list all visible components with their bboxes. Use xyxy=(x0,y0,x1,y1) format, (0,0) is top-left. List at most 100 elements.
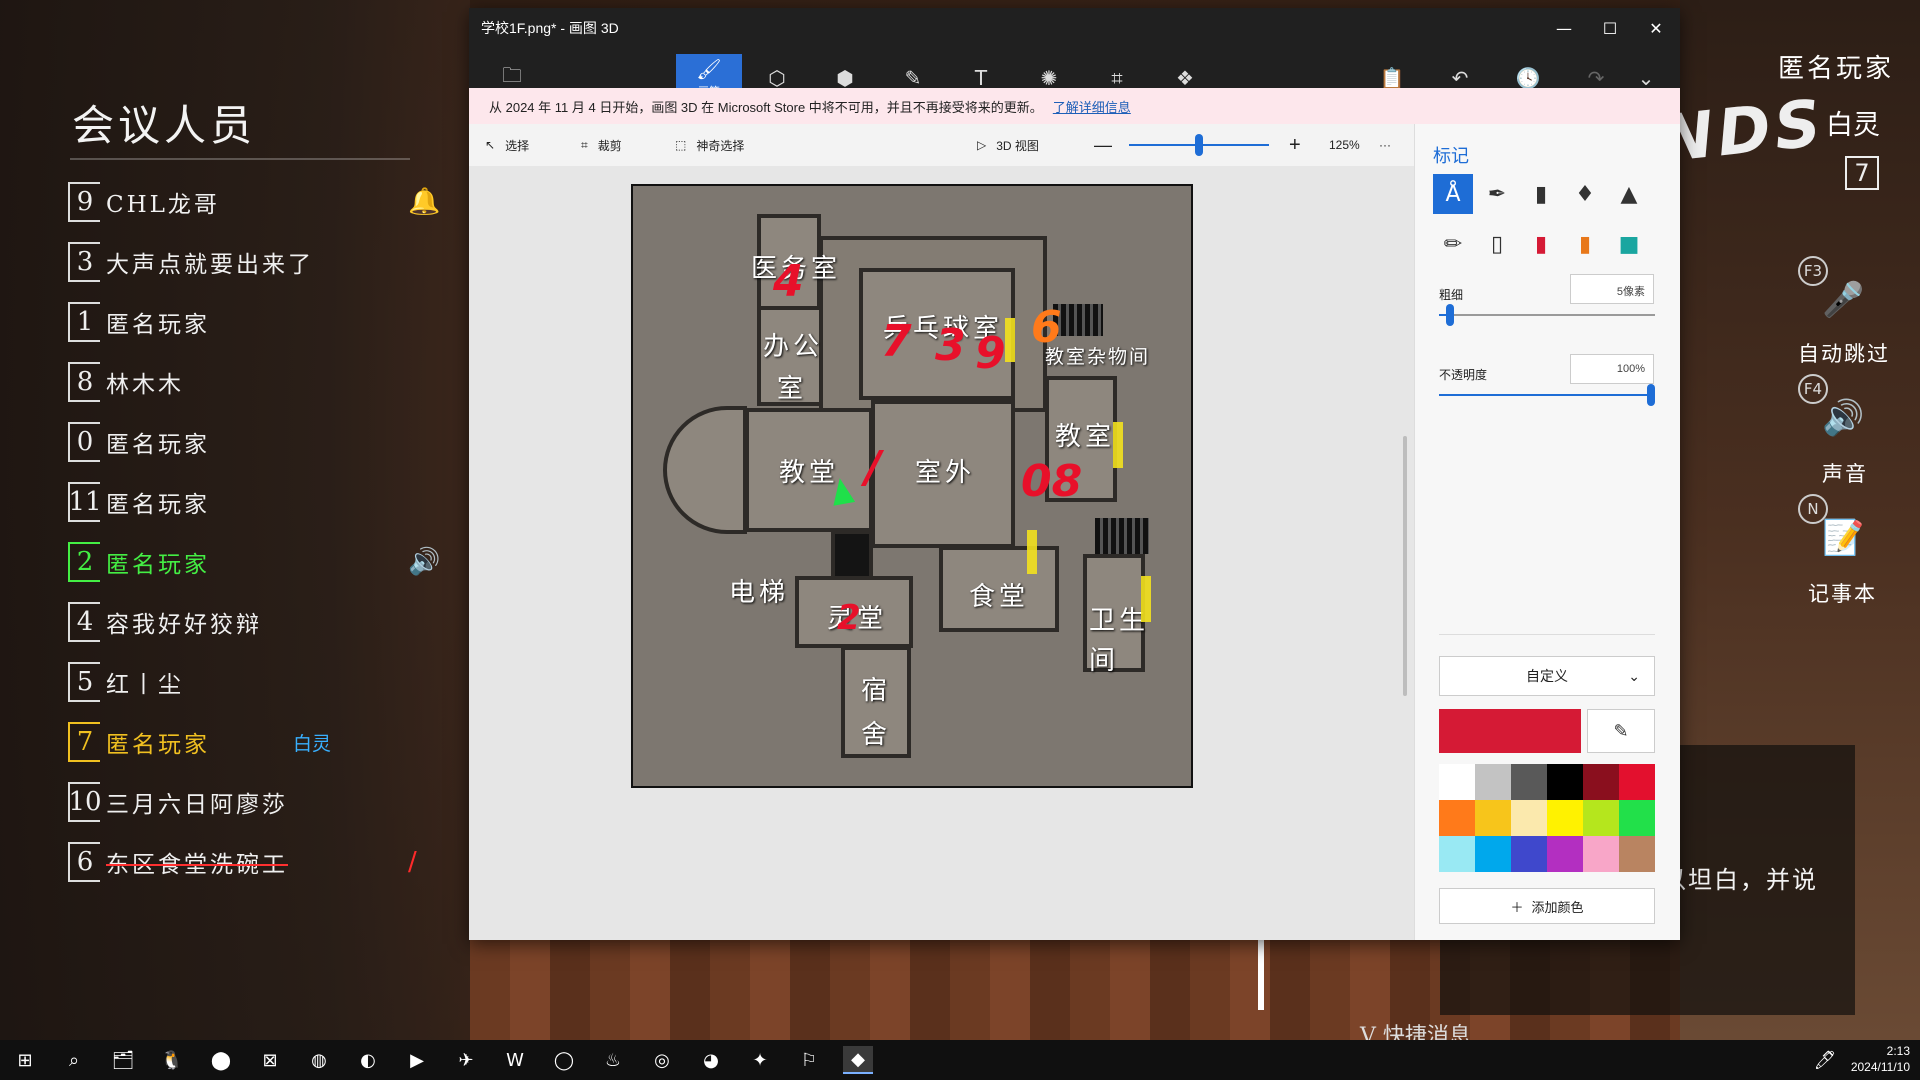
maximize-button[interactable]: ☐ xyxy=(1587,14,1633,42)
vertical-scrollbar[interactable] xyxy=(1403,436,1407,696)
player-row[interactable]: 1 匿名玩家 xyxy=(68,292,428,352)
learn-more-link[interactable]: 了解详细信息 xyxy=(1053,97,1131,116)
calligraphy-pen-icon[interactable]: ✒ xyxy=(1477,174,1517,214)
pixel-pen-icon[interactable]: ▲ xyxy=(1609,174,1649,214)
sound-label[interactable]: 声音 xyxy=(1822,458,1868,488)
palette-color-swatch[interactable] xyxy=(1619,800,1655,836)
player-row[interactable]: 11 匿名玩家 xyxy=(68,472,428,532)
player-row[interactable]: 9 CHL龙哥 🔔 xyxy=(68,172,440,232)
palette-color-swatch[interactable] xyxy=(1547,800,1583,836)
player-row[interactable]: 10 三月六日阿廖莎 xyxy=(68,772,428,832)
oil-brush-icon[interactable]: ▮ xyxy=(1521,174,1561,214)
spray-can-icon[interactable]: ▮ xyxy=(1565,224,1605,264)
crop-button[interactable]: ⌗ 裁剪 xyxy=(581,137,622,154)
pen-tray-icon[interactable]: 🖊 xyxy=(1810,1046,1840,1074)
game-icon[interactable]: ⚐ xyxy=(794,1046,824,1074)
palette-color-swatch[interactable] xyxy=(1511,800,1547,836)
media-icon[interactable]: ▶ xyxy=(402,1046,432,1074)
palette-color-swatch[interactable] xyxy=(1511,836,1547,872)
player-row[interactable]: 5 红丨尘 xyxy=(68,652,428,712)
browser-icon[interactable]: ⬤ xyxy=(206,1046,236,1074)
thickness-slider-thumb[interactable] xyxy=(1445,304,1454,326)
app-icon[interactable]: ✈ xyxy=(451,1046,481,1074)
player-row[interactable]: 2 匿名玩家 🔊 xyxy=(68,532,440,592)
marker-brush-icon[interactable]: Å xyxy=(1433,174,1473,214)
avatar-icon[interactable]: ◕ xyxy=(696,1046,726,1074)
speaker-icon[interactable]: 🔊 xyxy=(1822,398,1864,438)
add-color-button[interactable]: ＋ 添加颜色 xyxy=(1439,888,1655,924)
player-row[interactable]: 3 大声点就要出来了 xyxy=(68,232,428,292)
magic-select-button[interactable]: ⬚ 神奇选择 xyxy=(675,137,744,154)
canvas-area[interactable]: 医务室 办公 室 乒乓球室 教室杂物间 教堂 室外 教室 电梯 灵堂 食堂 卫生… xyxy=(469,166,1414,940)
cursor-icon: ↖ xyxy=(485,138,496,152)
wps-icon[interactable]: W xyxy=(500,1046,530,1074)
palette-color-swatch[interactable] xyxy=(1475,836,1511,872)
start-icon[interactable]: ⊞ xyxy=(10,1046,40,1074)
palette-color-swatch[interactable] xyxy=(1619,764,1655,800)
minimize-button[interactable]: — xyxy=(1541,14,1587,42)
file-explorer-icon[interactable]: 🗂 xyxy=(108,1046,138,1074)
palette-color-swatch[interactable] xyxy=(1439,836,1475,872)
close-button[interactable]: ✕ xyxy=(1633,14,1679,42)
pencil-icon[interactable]: ✏ xyxy=(1433,224,1473,264)
player-row[interactable]: 4 容我好好狡辩 xyxy=(68,592,428,652)
paint3d-icon[interactable]: ◆ xyxy=(843,1046,873,1074)
palette-mode-dropdown[interactable]: 自定义 ⌄ xyxy=(1439,656,1655,696)
player-number: 5 xyxy=(68,662,100,702)
search-icon[interactable]: ⌕ xyxy=(59,1046,89,1074)
player-name: 匿名玩家 xyxy=(106,432,210,458)
auto-skip-label[interactable]: 自动跳过 xyxy=(1798,338,1890,368)
watercolor-icon[interactable]: ♦ xyxy=(1565,174,1605,214)
microphone-muted-icon[interactable]: 🎤 xyxy=(1822,280,1864,320)
more-options-button[interactable]: ··· xyxy=(1379,138,1391,152)
player-row[interactable]: 8 林木木 xyxy=(68,352,428,412)
brush-icon: 🖌 xyxy=(696,57,722,81)
palette-color-swatch[interactable] xyxy=(1583,800,1619,836)
palette-color-swatch[interactable] xyxy=(1475,764,1511,800)
xbox-icon[interactable]: ⊠ xyxy=(255,1046,285,1074)
player-row[interactable]: 7 匿名玩家 白灵 xyxy=(68,712,428,772)
palette-color-swatch[interactable] xyxy=(1439,800,1475,836)
window-title: 学校1F.png* - 画图 3D xyxy=(481,20,619,36)
palette-color-swatch[interactable] xyxy=(1583,836,1619,872)
label-toilet-a: 卫生 xyxy=(1089,606,1150,636)
palette-color-swatch[interactable] xyxy=(1547,836,1583,872)
current-color-swatch[interactable] xyxy=(1439,709,1581,753)
3d-view-button[interactable]: ▷ 3D 视图 xyxy=(977,137,1039,154)
palette-color-swatch[interactable] xyxy=(1511,764,1547,800)
notebook-label[interactable]: 记事本 xyxy=(1808,578,1877,608)
palette-color-swatch[interactable] xyxy=(1583,764,1619,800)
palette-color-swatch[interactable] xyxy=(1547,764,1583,800)
title-bar[interactable]: 学校1F.png* - 画图 3D — ☐ ✕ xyxy=(469,8,1680,48)
eraser-icon[interactable]: ▯ xyxy=(1477,224,1517,264)
player-number: 2 xyxy=(68,542,100,582)
thickness-input[interactable]: 5像素 xyxy=(1570,274,1654,304)
qq-icon[interactable]: 🐧 xyxy=(157,1046,187,1074)
player-name: 匿名玩家 xyxy=(106,312,210,338)
palette-color-swatch[interactable] xyxy=(1619,836,1655,872)
opacity-slider-thumb[interactable] xyxy=(1647,384,1655,406)
steam-icon[interactable]: ♨ xyxy=(598,1046,628,1074)
zoom-in-button[interactable]: + xyxy=(1289,134,1301,157)
edge-icon[interactable]: ◐ xyxy=(353,1046,383,1074)
app-icon[interactable]: ◎ xyxy=(647,1046,677,1074)
palette-color-swatch[interactable] xyxy=(1475,800,1511,836)
app-icon[interactable]: ✦ xyxy=(745,1046,775,1074)
player-row[interactable]: 6 东区食堂洗碗工 / xyxy=(68,832,428,892)
app-icon[interactable]: ◯ xyxy=(549,1046,579,1074)
zoom-out-button[interactable]: — xyxy=(1094,135,1112,156)
crayon-icon[interactable]: ▮ xyxy=(1521,224,1561,264)
notebook-icon[interactable]: 📝 xyxy=(1822,518,1864,558)
system-clock[interactable]: 2:13 2024/11/10 xyxy=(1851,1043,1910,1075)
zoom-slider-thumb[interactable] xyxy=(1195,134,1203,156)
app-icon[interactable]: ◍ xyxy=(304,1046,334,1074)
select-button[interactable]: ↖ 选择 xyxy=(485,137,529,154)
fill-bucket-icon[interactable]: ■ xyxy=(1609,224,1649,264)
opacity-input[interactable]: 100% xyxy=(1570,354,1654,384)
school-map-image[interactable]: 医务室 办公 室 乒乓球室 教室杂物间 教堂 室外 教室 电梯 灵堂 食堂 卫生… xyxy=(631,184,1193,788)
eyedropper-icon[interactable]: ✎ xyxy=(1587,709,1655,753)
thickness-slider[interactable] xyxy=(1439,314,1655,316)
red-mark-9: 9 xyxy=(975,328,1006,379)
palette-color-swatch[interactable] xyxy=(1439,764,1475,800)
player-row[interactable]: 0 匿名玩家 xyxy=(68,412,428,472)
